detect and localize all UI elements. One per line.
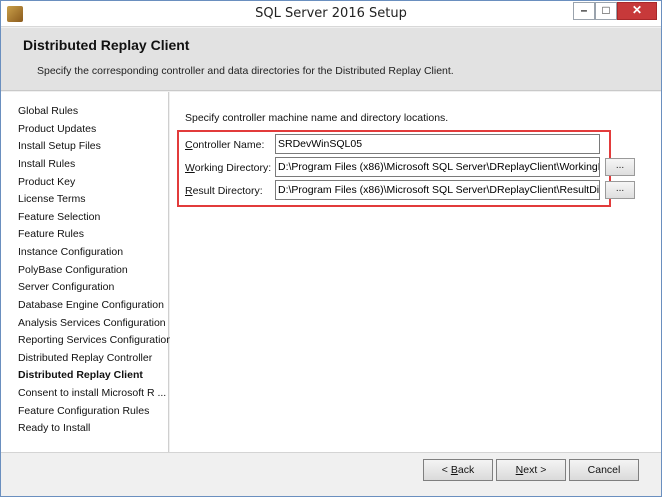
main-content: Specify controller machine name and dire…: [170, 92, 661, 452]
controller-name-input[interactable]: SRDevWinSQL05: [275, 134, 600, 154]
setup-window: SQL Server 2016 Setup – □ ✕ Distributed …: [0, 0, 662, 497]
close-button[interactable]: ✕: [617, 2, 657, 20]
nav-item-feature-selection[interactable]: Feature Selection: [18, 211, 100, 223]
working-directory-input[interactable]: D:\Program Files (x86)\Microsoft SQL Ser…: [275, 157, 600, 177]
nav-item-distributed-replay-client[interactable]: Distributed Replay Client: [18, 369, 143, 381]
result-directory-browse-button[interactable]: ...: [605, 181, 635, 199]
minimize-button[interactable]: –: [573, 2, 595, 20]
nav-item-global-rules[interactable]: Global Rules: [18, 105, 78, 117]
page-description: Specify the corresponding controller and…: [37, 65, 454, 77]
nav-item-distributed-replay-controller[interactable]: Distributed Replay Controller: [18, 352, 152, 364]
instructions-text: Specify controller machine name and dire…: [185, 112, 449, 124]
controller-name-label: Controller Name:: [185, 139, 265, 151]
nav-item-analysis-services-configuration[interactable]: Analysis Services Configuration: [18, 317, 166, 329]
page-header: Distributed Replay Client Specify the co…: [1, 28, 661, 91]
footer-bar: < Back Next > Cancel: [1, 452, 661, 496]
working-directory-browse-button[interactable]: ...: [605, 158, 635, 176]
window-title: SQL Server 2016 Setup: [255, 6, 407, 21]
nav-item-ready-to-install[interactable]: Ready to Install: [18, 422, 90, 434]
nav-item-product-key[interactable]: Product Key: [18, 176, 75, 188]
nav-item-license-terms[interactable]: License Terms: [18, 193, 86, 205]
nav-item-product-updates[interactable]: Product Updates: [18, 123, 96, 135]
nav-item-install-setup-files[interactable]: Install Setup Files: [18, 140, 101, 152]
nav-item-consent-install-microsoft-r[interactable]: Consent to install Microsoft R ...: [18, 387, 166, 399]
next-button[interactable]: Next >: [496, 459, 566, 481]
result-directory-label: Result Directory:: [185, 185, 263, 197]
nav-item-feature-rules[interactable]: Feature Rules: [18, 228, 84, 240]
back-button[interactable]: < Back: [423, 459, 493, 481]
result-directory-input[interactable]: D:\Program Files (x86)\Microsoft SQL Ser…: [275, 180, 600, 200]
nav-item-install-rules[interactable]: Install Rules: [18, 158, 75, 170]
page-title: Distributed Replay Client: [23, 37, 190, 53]
nav-item-instance-configuration[interactable]: Instance Configuration: [18, 246, 123, 258]
working-directory-label: Working Directory:: [185, 162, 272, 174]
title-bar: SQL Server 2016 Setup – □ ✕: [1, 1, 661, 27]
maximize-button[interactable]: □: [595, 2, 617, 20]
nav-item-reporting-services-configuration[interactable]: Reporting Services Configuration: [18, 334, 172, 346]
setup-steps-nav: Global Rules Product Updates Install Set…: [1, 92, 172, 452]
nav-item-feature-configuration-rules[interactable]: Feature Configuration Rules: [18, 405, 149, 417]
nav-item-server-configuration[interactable]: Server Configuration: [18, 281, 114, 293]
nav-item-polybase-configuration[interactable]: PolyBase Configuration: [18, 264, 128, 276]
cancel-button[interactable]: Cancel: [569, 459, 639, 481]
nav-item-database-engine-configuration[interactable]: Database Engine Configuration: [18, 299, 164, 311]
